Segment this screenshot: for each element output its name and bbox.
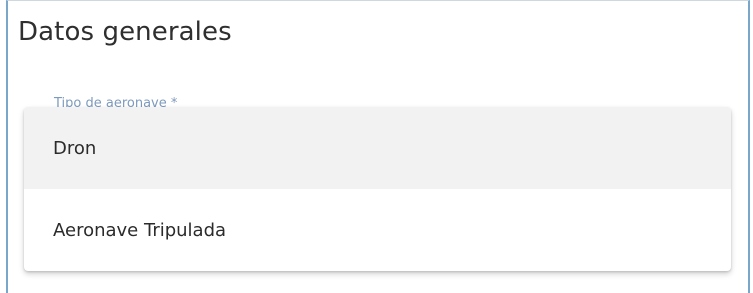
option-aeronave-tripulada[interactable]: Aeronave Tripulada <box>24 189 731 271</box>
section-title: Datos generales <box>18 17 232 47</box>
option-dron[interactable]: Dron <box>24 107 731 189</box>
aircraft-type-dropdown-menu: Dron Aeronave Tripulada <box>24 107 731 271</box>
